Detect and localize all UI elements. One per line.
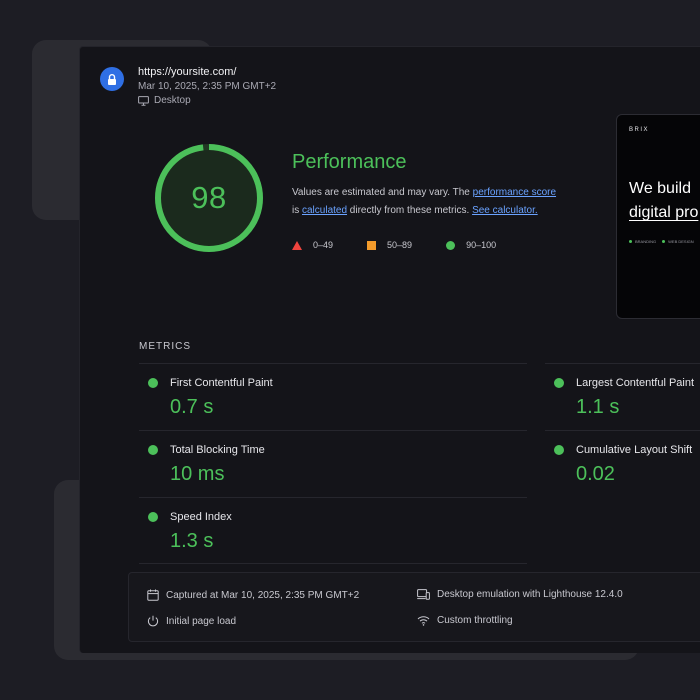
footer-throttling: Custom throttling [417, 615, 513, 626]
monitor-icon [138, 95, 149, 106]
pass-circle-icon [554, 445, 564, 455]
thumbnail-headline: We build digital pro [629, 180, 699, 221]
legend-item-pass: 90–100 [446, 240, 496, 250]
performance-title: Performance [292, 151, 407, 173]
dot-icon [629, 240, 632, 243]
wifi-icon [417, 616, 430, 626]
metric-largest-contentful-paint: Largest Contentful Paint 1.1 s [545, 363, 700, 430]
legend-item-average: 50–89 [367, 240, 412, 250]
triangle-icon [292, 240, 302, 250]
legend-item-fail: 0–49 [292, 240, 333, 250]
timer-icon [147, 615, 159, 627]
report-date: Mar 10, 2025, 2:35 PM GMT+2 [138, 81, 277, 92]
metric-value: 0.7 s [170, 396, 214, 418]
dot-icon [662, 240, 666, 243]
metric-cumulative-layout-shift: Cumulative Layout Shift 0.02 [545, 430, 700, 497]
metrics-heading: METRICS [139, 341, 191, 352]
calculated-link[interactable]: calculated [302, 205, 347, 216]
metric-value: 1.3 s [170, 530, 214, 552]
report-panel: https://yoursite.com/ Mar 10, 2025, 2:35… [79, 46, 700, 653]
metric-name: Cumulative Layout Shift [576, 444, 693, 456]
thumbnail-tags: BRANDING WEB DESIGN [629, 239, 694, 244]
pass-circle-icon [148, 512, 158, 522]
report-footer: Captured at Mar 10, 2025, 2:35 PM GMT+2 … [128, 572, 700, 642]
site-lock-icon [100, 67, 124, 91]
thumbnail-brand: BRIX [629, 127, 650, 133]
performance-score: 98 [191, 180, 227, 215]
metric-name: Speed Index [170, 511, 232, 523]
metric-value: 1.1 s [576, 396, 620, 418]
metric-speed-index: Speed Index 1.3 s [139, 497, 527, 564]
devices-icon [417, 589, 430, 600]
pass-circle-icon [148, 445, 158, 455]
performance-score-link[interactable]: performance score [473, 187, 556, 198]
pass-circle-icon [554, 378, 564, 388]
metric-total-blocking-time: Total Blocking Time 10 ms [139, 430, 527, 497]
calendar-icon [147, 589, 159, 601]
device-label: Desktop [154, 95, 191, 106]
metric-first-contentful-paint: First Contentful Paint 0.7 s [139, 363, 527, 430]
metric-name: Largest Contentful Paint [576, 377, 695, 389]
metric-name: First Contentful Paint [170, 377, 273, 389]
square-icon [367, 240, 377, 250]
site-url[interactable]: https://yoursite.com/ [138, 66, 236, 78]
page-screenshot-thumbnail[interactable]: BRIX We build digital pro BRANDING WEB D… [616, 114, 700, 319]
performance-description: Values are estimated and may vary. The p… [292, 187, 557, 216]
see-calculator-link[interactable]: See calculator. [472, 205, 538, 216]
metric-value: 0.02 [576, 463, 615, 485]
footer-captured: Captured at Mar 10, 2025, 2:35 PM GMT+2 [147, 589, 359, 601]
circle-icon [446, 240, 456, 250]
pass-circle-icon [148, 378, 158, 388]
device-indicator: Desktop [138, 95, 191, 106]
metric-name: Total Blocking Time [170, 444, 265, 456]
footer-emulation: Desktop emulation with Lighthouse 12.4.0 [417, 589, 623, 600]
score-legend: 0–49 50–89 90–100 [292, 240, 530, 250]
metric-value: 10 ms [170, 463, 225, 485]
footer-load: Initial page load [147, 615, 236, 627]
